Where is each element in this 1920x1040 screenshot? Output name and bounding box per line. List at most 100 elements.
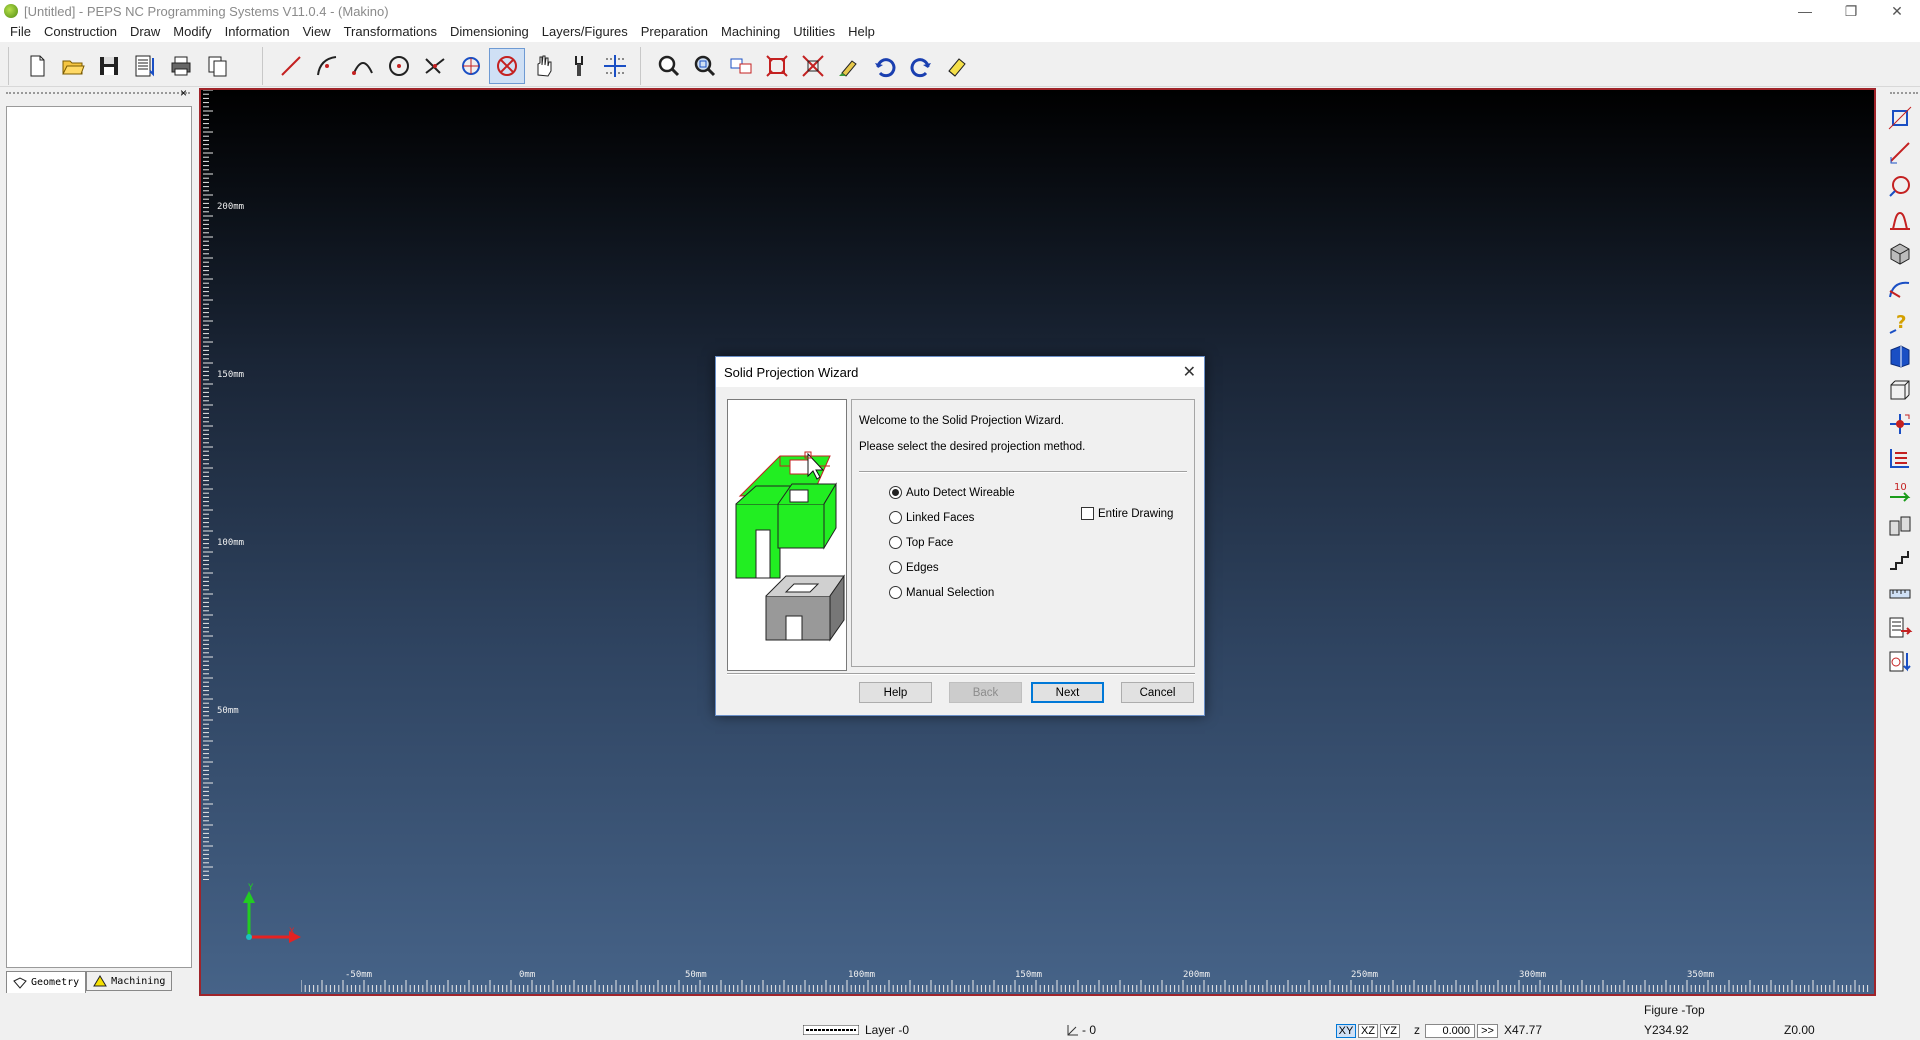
brush-icon[interactable] [831, 48, 867, 84]
left-panel-grip[interactable] [6, 92, 190, 98]
redo-icon[interactable] [903, 48, 939, 84]
x-axis-label: X [289, 927, 295, 937]
restore-icon[interactable]: ❐ [1828, 0, 1874, 22]
geometry-tree[interactable] [6, 106, 192, 968]
tab-geometry[interactable]: Geometry [6, 971, 87, 993]
tool-icon[interactable] [561, 48, 597, 84]
menu-layers-figures[interactable]: Layers/Figures [536, 22, 635, 42]
left-panel-tabs: Geometry Machining [6, 971, 173, 993]
plane-yz-button[interactable]: YZ [1380, 1024, 1400, 1038]
stairs-icon[interactable] [1884, 544, 1916, 576]
plane-xz-button[interactable]: XZ [1358, 1024, 1378, 1038]
panel-separator [859, 471, 1187, 473]
solid-projection-illustration-icon [735, 451, 845, 642]
zoom-window-icon[interactable] [687, 48, 723, 84]
move-point-icon[interactable] [1884, 408, 1916, 440]
nc-list-icon[interactable] [127, 48, 163, 84]
radio-indicator[interactable] [889, 511, 902, 524]
y-coordinate: Y234.92 [1644, 1023, 1689, 1037]
radio-indicator[interactable] [889, 536, 902, 549]
tab-machining[interactable]: Machining [86, 971, 173, 991]
back-button: Back [949, 682, 1022, 703]
z-coordinate: Z0.00 [1784, 1023, 1815, 1037]
circle-icon[interactable] [381, 48, 417, 84]
checkbox-box[interactable] [1081, 507, 1094, 520]
circle-point-icon[interactable] [1884, 170, 1916, 202]
undo-icon[interactable] [867, 48, 903, 84]
arc-three-point-icon[interactable] [345, 48, 381, 84]
print-icon[interactable] [163, 48, 199, 84]
eraser-icon[interactable] [939, 48, 975, 84]
solid-book-icon[interactable] [1884, 340, 1916, 372]
grid-icon[interactable] [597, 48, 633, 84]
counter-icon [1067, 1025, 1078, 1036]
cancel-select-icon[interactable] [489, 48, 525, 84]
line-style-icon[interactable] [803, 1025, 859, 1035]
copy-icon[interactable] [199, 48, 235, 84]
curve-icon[interactable] [1884, 272, 1916, 304]
menu-construction[interactable]: Construction [38, 22, 124, 42]
menu-file[interactable]: File [4, 22, 38, 42]
zoom-extents-icon[interactable] [795, 48, 831, 84]
menu-transformations[interactable]: Transformations [338, 22, 444, 42]
radio-top-face[interactable]: Top Face [889, 536, 953, 549]
h-ruler-label: 100mm [848, 970, 876, 980]
menu-modify[interactable]: Modify [167, 22, 218, 42]
tools-copy-icon[interactable] [1884, 510, 1916, 542]
menu-utilities[interactable]: Utilities [787, 22, 842, 42]
dialog-title-bar[interactable]: Solid Projection Wizard ✕ [716, 357, 1204, 387]
close-icon[interactable]: ✕ [1874, 0, 1920, 22]
cancel-button[interactable]: Cancel [1121, 682, 1194, 703]
fit-screen-icon[interactable] [759, 48, 795, 84]
menu-draw[interactable]: Draw [124, 22, 167, 42]
entire-drawing-checkbox[interactable]: Entire Drawing [1081, 507, 1173, 520]
z-depth-input[interactable]: 0.000 [1425, 1024, 1475, 1038]
radio-indicator[interactable] [889, 486, 902, 499]
layer-status[interactable]: Layer -0 [865, 1023, 909, 1037]
bell-shape-icon[interactable] [1884, 204, 1916, 236]
menu-preparation[interactable]: Preparation [635, 22, 715, 42]
right-toolbar-grip[interactable] [1890, 92, 1918, 94]
rotate-circle-icon[interactable] [453, 48, 489, 84]
new-file-icon[interactable] [19, 48, 55, 84]
nc-export-icon[interactable] [1884, 612, 1916, 644]
menu-view[interactable]: View [297, 22, 338, 42]
radio-auto-detect-wireable[interactable]: Auto Detect Wireable [889, 486, 1015, 499]
zoom-icon[interactable] [651, 48, 687, 84]
help-question-icon[interactable]: ? [1884, 306, 1916, 338]
pan-hand-icon[interactable] [525, 48, 561, 84]
vertical-ruler [203, 90, 213, 880]
dialog-close-icon[interactable]: ✕ [1183, 362, 1196, 382]
minimize-icon[interactable]: — [1782, 0, 1828, 22]
cycle-down-icon[interactable] [1884, 646, 1916, 678]
menu-machining[interactable]: Machining [715, 22, 787, 42]
radio-manual-selection[interactable]: Manual Selection [889, 586, 994, 599]
radio-edges[interactable]: Edges [889, 561, 939, 574]
open-folder-icon[interactable] [55, 48, 91, 84]
radio-indicator[interactable] [889, 561, 902, 574]
view-layout-icon[interactable] [723, 48, 759, 84]
cube-icon[interactable] [1884, 238, 1916, 270]
radio-indicator[interactable] [889, 586, 902, 599]
checkbox-label: Entire Drawing [1098, 507, 1174, 520]
ruler-icon[interactable] [1884, 578, 1916, 610]
plane-xy-button[interactable]: XY [1336, 1024, 1356, 1038]
save-icon[interactable] [91, 48, 127, 84]
next-button[interactable]: Next [1031, 682, 1104, 703]
menu-help[interactable]: Help [842, 22, 882, 42]
wireframe-box-icon[interactable] [1884, 374, 1916, 406]
profile-icon[interactable] [1884, 102, 1916, 134]
help-button[interactable]: Help [859, 682, 932, 703]
arc-icon[interactable] [309, 48, 345, 84]
menu-information[interactable]: Information [219, 22, 297, 42]
z-advance-button[interactable]: >> [1477, 1024, 1498, 1038]
intersect-icon[interactable] [417, 48, 453, 84]
menu-dimensioning[interactable]: Dimensioning [444, 22, 536, 42]
line-measure-icon[interactable] [1884, 136, 1916, 168]
dialog-title: Solid Projection Wizard [724, 364, 859, 380]
radio-linked-faces[interactable]: Linked Faces [889, 511, 974, 524]
stack-icon[interactable] [1884, 442, 1916, 474]
line-icon[interactable] [273, 48, 309, 84]
left-panel-close-icon[interactable]: × [180, 86, 187, 100]
number-arrow-icon[interactable]: 10 [1884, 476, 1916, 508]
